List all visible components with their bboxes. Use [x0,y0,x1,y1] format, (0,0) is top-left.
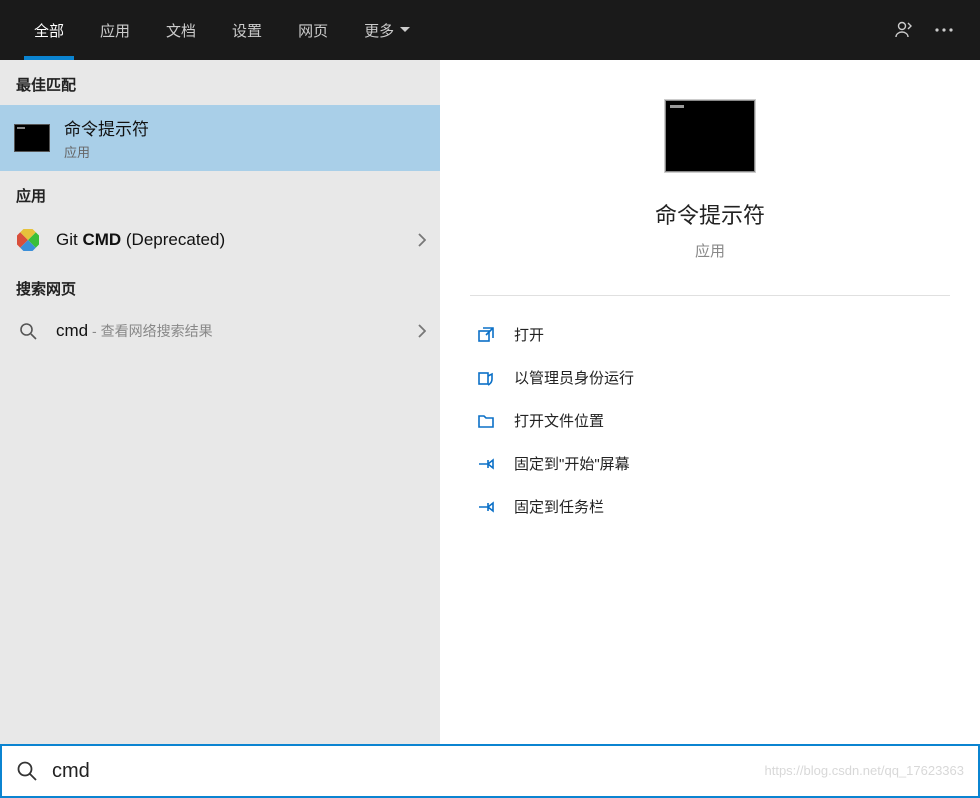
section-best-match: 最佳匹配 [0,60,440,105]
tab-apps[interactable]: 应用 [82,0,148,60]
chevron-right-icon [418,233,426,247]
action-open-location[interactable]: 打开文件位置 [470,402,950,439]
preview-subtitle: 应用 [695,240,725,261]
search-bar[interactable] [0,744,980,798]
cmd-thumbnail-icon [14,124,50,152]
chevron-right-icon [418,324,426,338]
more-options-icon[interactable] [924,10,964,50]
result-texts: 命令提示符 应用 [64,115,149,161]
feedback-icon[interactable] [884,10,924,50]
action-pin-taskbar-label: 固定到任务栏 [514,496,604,517]
action-open-location-label: 打开文件位置 [514,410,604,431]
git-suffix: (Deprecated) [121,230,225,249]
search-icon [14,322,42,340]
git-bold: CMD [82,230,121,249]
shield-admin-icon [476,368,496,388]
action-pin-start-label: 固定到"开始"屏幕 [514,453,630,474]
main-area: 最佳匹配 命令提示符 应用 应用 Git CMD (Deprecated) 搜索… [0,60,980,744]
tab-more-label: 更多 [364,20,394,41]
git-icon [14,226,42,254]
tab-docs[interactable]: 文档 [148,0,214,60]
search-input[interactable] [52,760,964,783]
tabs-container: 全部 应用 文档 设置 网页 更多 [16,0,428,60]
pin-icon [476,497,496,517]
tab-all[interactable]: 全部 [16,0,82,60]
pin-icon [476,454,496,474]
action-pin-start[interactable]: 固定到"开始"屏幕 [470,445,950,482]
tab-web[interactable]: 网页 [280,0,346,60]
result-best-match[interactable]: 命令提示符 应用 [0,105,440,171]
result-web-search[interactable]: cmd - 查看网络搜索结果 [0,309,440,353]
result-git-title: Git CMD (Deprecated) [56,230,225,250]
action-open-label: 打开 [514,324,544,345]
results-panel: 最佳匹配 命令提示符 应用 应用 Git CMD (Deprecated) 搜索… [0,60,440,744]
preview-title: 命令提示符 [655,198,765,230]
action-run-admin[interactable]: 以管理员身份运行 [470,359,950,396]
actions-list: 打开 以管理员身份运行 打开文件位置 固定到"开始"屏幕 [440,296,980,525]
preview-panel: 命令提示符 应用 打开 以管理员身份运行 打开文件位置 [440,60,980,744]
tab-settings[interactable]: 设置 [214,0,280,60]
result-subtitle: 应用 [64,142,149,161]
preview-thumbnail-icon [665,100,755,172]
web-hint: - 查看网络搜索结果 [88,323,212,339]
result-title: 命令提示符 [64,115,149,140]
search-icon [16,760,38,782]
section-apps: 应用 [0,171,440,216]
tab-more[interactable]: 更多 [346,0,428,60]
web-query-text: cmd - 查看网络搜索结果 [56,321,213,341]
action-run-admin-label: 以管理员身份运行 [514,367,634,388]
top-tab-bar: 全部 应用 文档 设置 网页 更多 [0,0,980,60]
action-open[interactable]: 打开 [470,316,950,353]
git-prefix: Git [56,230,82,249]
open-icon [476,325,496,345]
action-pin-taskbar[interactable]: 固定到任务栏 [470,488,950,525]
section-web: 搜索网页 [0,264,440,309]
folder-location-icon [476,411,496,431]
web-query: cmd [56,321,88,340]
chevron-down-icon [400,27,410,33]
result-git-cmd[interactable]: Git CMD (Deprecated) [0,216,440,264]
